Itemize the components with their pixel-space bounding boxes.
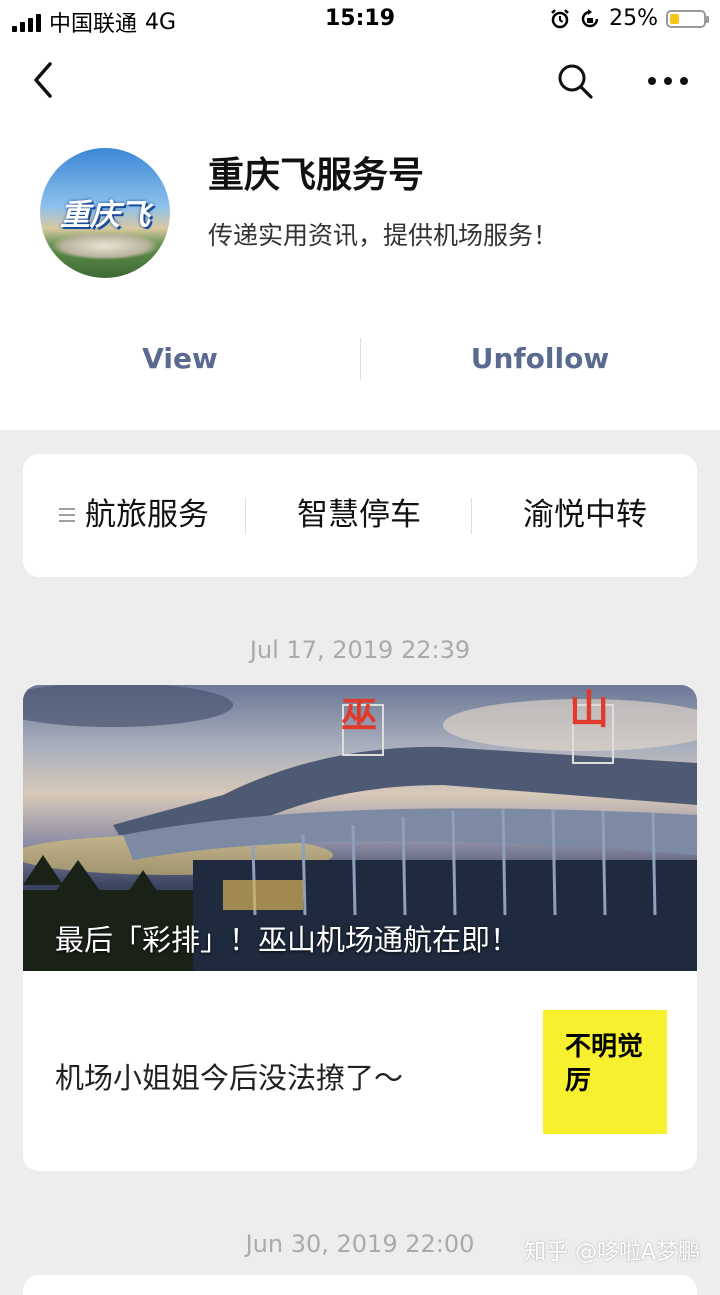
article-cover-title: 最后「彩排」！巫山机场通航在即！ — [55, 923, 520, 957]
menu-divider — [471, 498, 472, 534]
profile-header: 重庆飞 重庆飞服务号 传递实用资讯，提供机场服务！ View Unfollow — [0, 120, 720, 430]
article-sub-title[interactable]: 机场小姐姐今后没法撩了～ — [55, 1055, 403, 1097]
view-button[interactable]: View — [0, 332, 360, 386]
more-icon[interactable] — [646, 64, 690, 98]
search-icon[interactable] — [556, 62, 594, 100]
menu-item-label: 航旅服务 — [85, 497, 209, 533]
unfollow-button[interactable]: Unfollow — [360, 332, 720, 386]
thumbnail-text: 不明觉厉 — [565, 1032, 644, 1096]
avatar-logo: 重庆飞 — [60, 198, 150, 233]
chevron-left-icon[interactable] — [28, 60, 62, 100]
menu-item-travel-service[interactable]: 航旅服务 — [23, 454, 245, 577]
watermark: 知乎 @哆啦A梦鹏 — [523, 1240, 700, 1265]
svg-text:山: 山 — [569, 687, 609, 733]
article-thumbnail[interactable]: 不明觉厉 — [543, 1010, 667, 1134]
menu-item-smart-parking[interactable]: 智慧停车 — [247, 454, 471, 577]
menu-divider — [245, 498, 246, 534]
menu-item-transfer[interactable]: 渝悦中转 — [473, 454, 697, 577]
battery-icon — [666, 9, 709, 28]
status-bar: 中国联通 4G 15:19 25% — [0, 0, 720, 40]
menu-list-icon — [59, 507, 75, 522]
rotation-lock-icon — [581, 8, 599, 27]
article-card[interactable]: 巫 山 最后「彩排」！巫山机场通航在即！ 机场小姐姐今后没法撩了～ 不明觉厉 — [23, 685, 697, 1171]
service-menu: 航旅服务 智慧停车 渝悦中转 — [23, 454, 697, 577]
message-timestamp: Jul 17, 2019 22:39 — [249, 636, 471, 664]
alarm-icon — [551, 8, 569, 28]
account-name: 重庆飞服务号 — [208, 155, 425, 196]
battery-percent: 25% — [609, 6, 658, 31]
article-card-partial[interactable] — [23, 1275, 697, 1295]
avatar[interactable]: 重庆飞 — [40, 148, 170, 278]
top-nav — [0, 40, 720, 120]
svg-text:巫: 巫 — [341, 695, 377, 736]
account-description: 传递实用资讯，提供机场服务！ — [208, 221, 559, 250]
article-cover-image[interactable]: 巫 山 最后「彩排」！巫山机场通航在即！ — [23, 685, 697, 971]
avatar-terminal-graphic — [50, 232, 160, 260]
status-right: 25% — [549, 6, 709, 31]
